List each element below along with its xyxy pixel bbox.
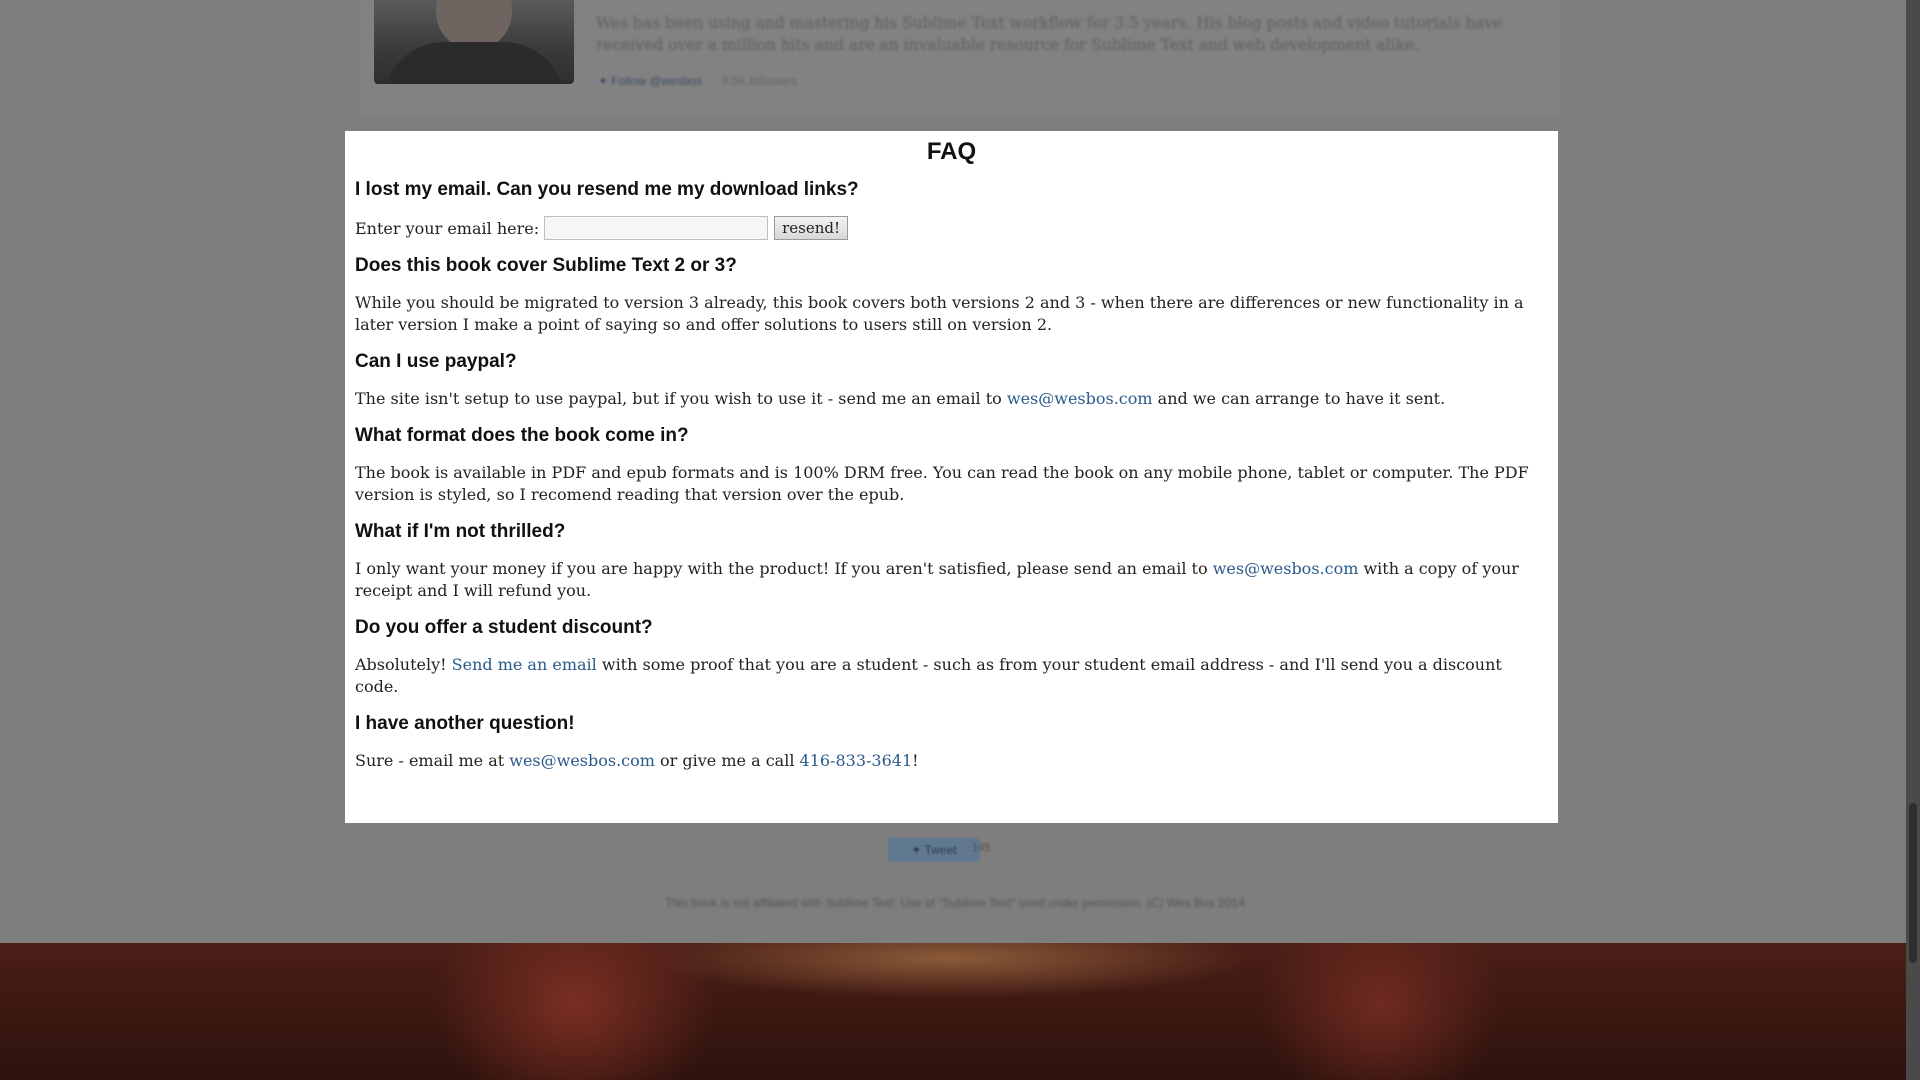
page-scrollbar[interactable] [1906, 0, 1920, 1080]
scrollbar-thumb[interactable] [1909, 803, 1917, 963]
faq-modal: FAQ I lost my email. Can you resend me m… [345, 131, 1558, 823]
faq-answer: Sure - email me at wes@wesbos.com or giv… [355, 751, 919, 770]
footer-text: This book is not affiliated with Sublime… [665, 896, 1245, 910]
tweet-count: 145 [972, 842, 991, 854]
email-link[interactable]: wes@wesbos.com [1007, 389, 1153, 408]
faq-question: Can I use paypal? [355, 351, 517, 372]
faq-question: What format does the book come in? [355, 425, 689, 446]
email-link[interactable]: wes@wesbos.com [1213, 559, 1359, 578]
email-input[interactable] [544, 216, 769, 240]
phone-link[interactable]: 416-833-3641 [800, 751, 913, 770]
modal-title: FAQ [926, 138, 977, 165]
faq-question: Does this book cover Sublime Text 2 or 3… [355, 255, 737, 276]
send-email-link[interactable]: Send me an email [452, 655, 597, 674]
faq-question: What if I'm not thrilled? [355, 521, 566, 542]
twitter-bird-icon: ✦ [598, 74, 609, 88]
faq-answer: I only want your money if you are happy … [355, 559, 1519, 600]
twitter-bird-icon: ✦ [911, 843, 922, 857]
faq-question: I have another question! [355, 713, 575, 734]
faq-answer: The book is available in PDF and epub fo… [355, 463, 1529, 504]
hero-background-image [0, 943, 1906, 1080]
faq-answer: While you should be migrated to version … [355, 293, 1524, 334]
faq-answer: The site isn't setup to use paypal, but … [355, 389, 1446, 408]
follow-label: Follow @wesbos [611, 74, 703, 88]
author-bio: Wes has been using and mastering his Sub… [596, 14, 1503, 54]
follow-link[interactable]: ✦ Follow @wesbos 9.5K followers [598, 74, 797, 88]
follower-count: 9.5K followers [721, 74, 798, 88]
faq-question: Do you offer a student discount? [355, 617, 653, 638]
resend-form: Enter your email here: resend! [355, 216, 1548, 240]
faq-question: I lost my email. Can you resend me my do… [355, 179, 859, 200]
resend-button[interactable]: resend! [774, 216, 849, 240]
faq-answer: Absolutely! Send me an email with some p… [355, 655, 1502, 696]
author-photo [374, 0, 574, 84]
email-link[interactable]: wes@wesbos.com [509, 751, 655, 770]
tweet-button[interactable]: ✦ Tweet [888, 838, 980, 862]
email-label: Enter your email here: [355, 218, 540, 238]
